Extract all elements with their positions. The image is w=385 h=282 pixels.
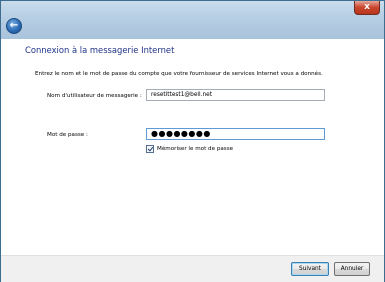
remember-password-label[interactable]: Mémoriser le mot de passe xyxy=(157,146,233,152)
page-title: Connexion à la messagerie Internet xyxy=(25,45,175,55)
title-bar: x ← xyxy=(1,1,384,39)
button-bar: Suivant Annuler xyxy=(1,255,384,282)
wizard-content: Connexion à la messagerie Internet Entre… xyxy=(1,39,384,255)
username-field[interactable]: resetittest1@bell.net xyxy=(146,89,325,101)
next-button[interactable]: Suivant xyxy=(291,262,329,276)
close-button[interactable]: x xyxy=(354,1,380,15)
username-label: Nom d'utilisateur de messagerie : xyxy=(47,93,142,99)
remember-password-checkbox[interactable] xyxy=(146,145,154,153)
dialog-window: x ← Connexion à la messagerie Internet E… xyxy=(0,0,385,282)
back-arrow-icon[interactable]: ← xyxy=(6,18,22,34)
password-label: Mot de passe : xyxy=(47,132,88,138)
cancel-button[interactable]: Annuler xyxy=(334,262,370,276)
remember-password-option[interactable]: Mémoriser le mot de passe xyxy=(146,144,233,154)
password-field[interactable]: ●●●●●●●● xyxy=(146,128,325,140)
instructions-text: Entrez le nom et le mot de passe du comp… xyxy=(35,71,323,77)
